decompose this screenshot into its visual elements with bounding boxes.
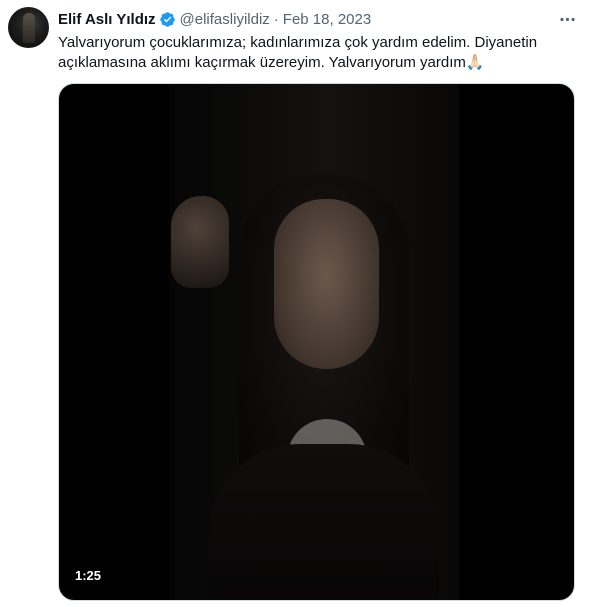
verified-badge-icon <box>159 11 176 28</box>
author-handle[interactable]: @elifasliyildiz <box>180 11 270 28</box>
avatar-figure <box>23 13 35 43</box>
tweet-header: Elif Aslı Yıldız @elifasliyildiz · Feb 1… <box>58 9 577 29</box>
tweet-text: Yalvarıyorum çocuklarımıza; kadınlarımız… <box>58 34 538 71</box>
video-frame <box>169 84 459 600</box>
avatar[interactable] <box>8 7 49 48</box>
author-name[interactable]: Elif Aslı Yıldız <box>58 11 156 28</box>
separator-dot: · <box>273 10 279 28</box>
video-figure-face <box>274 199 379 369</box>
video-figure-coat <box>209 444 439 600</box>
tweet-card[interactable]: Elif Aslı Yıldız @elifasliyildiz · Feb 1… <box>0 0 593 607</box>
tweet-date[interactable]: Feb 18, 2023 <box>283 11 371 28</box>
ellipsis-icon[interactable] <box>557 9 577 29</box>
video-duration-badge: 1:25 <box>70 566 107 586</box>
video-figure-hand <box>171 196 229 288</box>
video-player[interactable]: 1:25 <box>58 83 575 601</box>
